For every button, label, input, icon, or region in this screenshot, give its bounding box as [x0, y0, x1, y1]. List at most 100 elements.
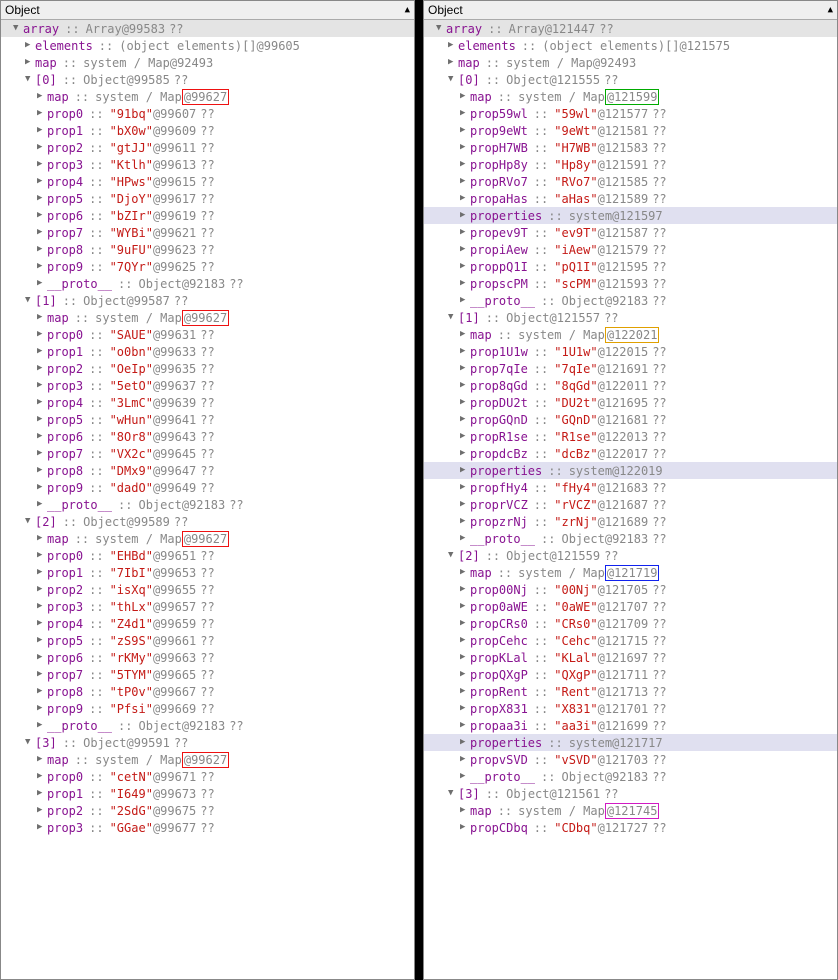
tree-row[interactable]: ▶prop7::"VX2c" @99645??	[1, 445, 414, 462]
expand-closed-icon[interactable]: ▶	[37, 364, 47, 373]
expand-closed-icon[interactable]: ▶	[460, 262, 470, 271]
tree-row[interactable]: ▶prop0::"cetN" @99671??	[1, 768, 414, 785]
expand-closed-icon[interactable]: ▶	[460, 160, 470, 169]
expand-closed-icon[interactable]: ▶	[460, 296, 470, 305]
expand-closed-icon[interactable]: ▶	[460, 534, 470, 543]
tree-row[interactable]: ▶map::system / Map @92493	[1, 54, 414, 71]
expand-closed-icon[interactable]: ▶	[460, 619, 470, 628]
expand-closed-icon[interactable]: ▶	[460, 177, 470, 186]
tree-row[interactable]: ▶prop6::"8Or8" @99643??	[1, 428, 414, 445]
tree-row[interactable]: ▶prop4::"3LmC" @99639??	[1, 394, 414, 411]
tree-row[interactable]: ▶proprVCZ::"rVCZ" @121687??	[424, 496, 837, 513]
expand-closed-icon[interactable]: ▶	[37, 500, 47, 509]
tree-row[interactable]: ▶propKLal::"KLal" @121697??	[424, 649, 837, 666]
expand-open-icon[interactable]: ▼	[448, 313, 458, 322]
expand-closed-icon[interactable]: ▶	[448, 58, 458, 67]
tree-row[interactable]: ▶prop5::"zS9S" @99661??	[1, 632, 414, 649]
expand-closed-icon[interactable]: ▶	[460, 330, 470, 339]
tree-row[interactable]: ▶prop0::"SAUE" @99631??	[1, 326, 414, 343]
tree-row[interactable]: ▼[0]::Object @121555??	[424, 71, 837, 88]
tree-row[interactable]: ▶prop3::"5etO" @99637??	[1, 377, 414, 394]
expand-closed-icon[interactable]: ▶	[37, 262, 47, 271]
tree-row[interactable]: ▶prop5::"DjoY" @99617??	[1, 190, 414, 207]
panel-header[interactable]: Object ▲	[1, 1, 414, 20]
tree-row[interactable]: ▶prop3::"thLx" @99657??	[1, 598, 414, 615]
tree-row[interactable]: ▶propev9T::"ev9T" @121587??	[424, 224, 837, 241]
tree-row[interactable]: ▶prop8::"9uFU" @99623??	[1, 241, 414, 258]
expand-closed-icon[interactable]: ▶	[37, 126, 47, 135]
expand-closed-icon[interactable]: ▶	[460, 755, 470, 764]
tree-row[interactable]: ▶map::system / Map @99627	[1, 309, 414, 326]
expand-closed-icon[interactable]: ▶	[460, 721, 470, 730]
expand-closed-icon[interactable]: ▶	[460, 670, 470, 679]
tree-row[interactable]: ▼[1]::Object @121557??	[424, 309, 837, 326]
expand-closed-icon[interactable]: ▶	[37, 806, 47, 815]
expand-closed-icon[interactable]: ▶	[460, 228, 470, 237]
expand-closed-icon[interactable]: ▶	[37, 772, 47, 781]
tree-row[interactable]: ▶properties::system @121717	[424, 734, 837, 751]
expand-closed-icon[interactable]: ▶	[460, 381, 470, 390]
expand-closed-icon[interactable]: ▶	[37, 92, 47, 101]
tree-row[interactable]: ▶map::system / Map @122021	[424, 326, 837, 343]
expand-closed-icon[interactable]: ▶	[460, 466, 470, 475]
expand-closed-icon[interactable]: ▶	[460, 109, 470, 118]
tree-row[interactable]: ▶map::system / Map @92493	[424, 54, 837, 71]
tree-row[interactable]: ▶prop6::"bZIr" @99619??	[1, 207, 414, 224]
tree-row[interactable]: ▼[0]::Object @99585??	[1, 71, 414, 88]
tree-row[interactable]: ▶prop8::"tP0v" @99667??	[1, 683, 414, 700]
tree-row[interactable]: ▶__proto__::Object @92183??	[1, 717, 414, 734]
tree-row[interactable]: ▶__proto__::Object @92183??	[424, 292, 837, 309]
expand-closed-icon[interactable]: ▶	[460, 449, 470, 458]
expand-closed-icon[interactable]: ▶	[37, 245, 47, 254]
expand-closed-icon[interactable]: ▶	[37, 415, 47, 424]
expand-closed-icon[interactable]: ▶	[37, 228, 47, 237]
tree-row[interactable]: ▶propscPM::"scPM" @121593??	[424, 275, 837, 292]
expand-closed-icon[interactable]: ▶	[37, 619, 47, 628]
expand-open-icon[interactable]: ▼	[25, 738, 35, 747]
tree-row[interactable]: ▶prop0aWE::"0aWE" @121707??	[424, 598, 837, 615]
expand-closed-icon[interactable]: ▶	[460, 704, 470, 713]
tree-row[interactable]: ▶map::system / Map @99627	[1, 88, 414, 105]
tree-row[interactable]: ▶prop2::"gtJJ" @99611??	[1, 139, 414, 156]
tree-row[interactable]: ▶prop3::"GGae" @99677??	[1, 819, 414, 836]
expand-closed-icon[interactable]: ▶	[460, 602, 470, 611]
expand-closed-icon[interactable]: ▶	[460, 415, 470, 424]
tree-row[interactable]: ▶prop4::"HPws" @99615??	[1, 173, 414, 190]
tree-row[interactable]: ▶map::system / Map @121599	[424, 88, 837, 105]
tree-row[interactable]: ▶propH7WB::"H7WB" @121583??	[424, 139, 837, 156]
tree-row[interactable]: ▶prop1::"o0bn" @99633??	[1, 343, 414, 360]
tree-row[interactable]: ▶prop7::"WYBi" @99621??	[1, 224, 414, 241]
expand-open-icon[interactable]: ▼	[448, 75, 458, 84]
expand-open-icon[interactable]: ▼	[448, 789, 458, 798]
tree-row[interactable]: ▶map::system / Map @121719	[424, 564, 837, 581]
expand-closed-icon[interactable]: ▶	[37, 721, 47, 730]
tree-row[interactable]: ▶prop2::"isXq" @99655??	[1, 581, 414, 598]
tree-row[interactable]: ▶elements::(object elements)[] @99605	[1, 37, 414, 54]
tree-row[interactable]: ▶proppQ1I::"pQ1I" @121595??	[424, 258, 837, 275]
expand-closed-icon[interactable]: ▶	[25, 41, 35, 50]
expand-closed-icon[interactable]: ▶	[460, 653, 470, 662]
expand-closed-icon[interactable]: ▶	[37, 534, 47, 543]
expand-closed-icon[interactable]: ▶	[37, 449, 47, 458]
expand-closed-icon[interactable]: ▶	[37, 466, 47, 475]
tree-row[interactable]: ▶properties::system @122019	[424, 462, 837, 479]
tree-row[interactable]: ▶propaHas::"aHas" @121589??	[424, 190, 837, 207]
expand-closed-icon[interactable]: ▶	[460, 347, 470, 356]
tree-row[interactable]: ▶prop1U1w::"1U1w" @122015??	[424, 343, 837, 360]
tree-row[interactable]: ▶propiAew::"iAew" @121579??	[424, 241, 837, 258]
tree-row[interactable]: ▶propHp8y::"Hp8y" @121591??	[424, 156, 837, 173]
expand-closed-icon[interactable]: ▶	[37, 636, 47, 645]
tree-row[interactable]: ▼[3]::Object @99591??	[1, 734, 414, 751]
expand-closed-icon[interactable]: ▶	[37, 789, 47, 798]
tree-row[interactable]: ▶prop9::"7QYr" @99625??	[1, 258, 414, 275]
expand-closed-icon[interactable]: ▶	[37, 755, 47, 764]
tree-row[interactable]: ▶map::system / Map @99627	[1, 530, 414, 547]
expand-open-icon[interactable]: ▼	[25, 75, 35, 84]
tree-row[interactable]: ▶prop0::"91bq" @99607??	[1, 105, 414, 122]
expand-closed-icon[interactable]: ▶	[460, 92, 470, 101]
tree-row[interactable]: ▼array::Array @121447??	[424, 20, 837, 37]
tree-row[interactable]: ▶propCDbq::"CDbq" @121727??	[424, 819, 837, 836]
tree-row[interactable]: ▼array::Array @99583??	[1, 20, 414, 37]
tree-row[interactable]: ▶propDU2t::"DU2t" @121695??	[424, 394, 837, 411]
expand-closed-icon[interactable]: ▶	[460, 211, 470, 220]
